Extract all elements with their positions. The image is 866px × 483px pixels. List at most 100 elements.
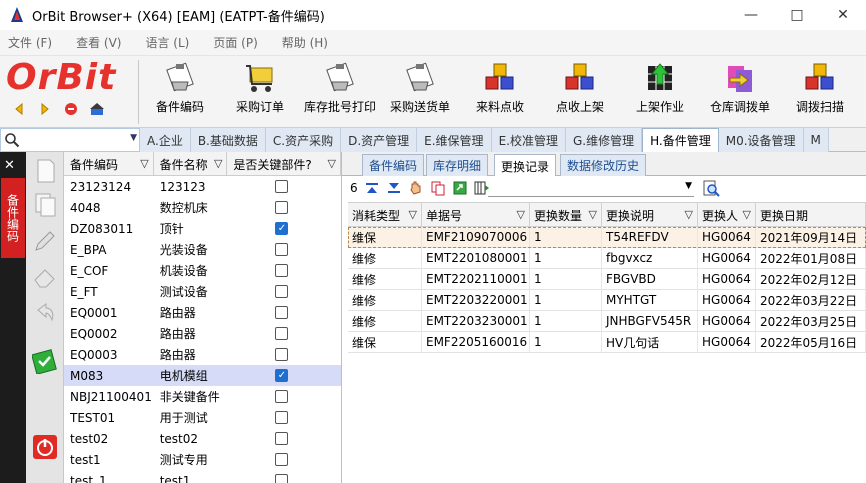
toolbar-button-batch-print[interactable]: 库存批号打印 [300,58,380,124]
critical-checkbox[interactable] [275,180,289,193]
filter-icon[interactable]: ▽ [589,208,597,221]
table-row[interactable]: 维保 EMF2205160016 1 HV几句话 HG0064 2022年05月16日 [348,332,866,353]
home-icon[interactable] [88,100,106,118]
filter-icon[interactable]: ▽ [409,208,417,221]
column-header[interactable]: 更换日期 [756,203,866,227]
list-item[interactable]: E_BPA 光装设备 [64,239,341,260]
first-record-icon[interactable] [364,180,380,196]
list-item[interactable]: test1 测试专用 [64,449,341,470]
toolbar-button-spare-code[interactable]: 备件编码 [140,58,220,124]
list-item[interactable]: M083 电机模组 ✓ [64,365,341,386]
toolbar-button-delivery-note[interactable]: 采购送货单 [380,58,460,124]
critical-checkbox[interactable] [275,390,289,403]
column-header[interactable]: 消耗类型 ▽ [348,203,422,227]
filter-icon[interactable]: ▽ [214,157,222,170]
close-button[interactable]: ✕ [820,0,866,30]
toolbar-button-receiving[interactable]: 来料点收 [460,58,540,124]
critical-checkbox[interactable] [275,432,289,445]
list-item[interactable]: EQ0002 路由器 [64,323,341,344]
menu-language[interactable]: 语言 (L) [145,34,189,51]
sidebar-tab-spare-code[interactable]: 备件编码 [1,178,25,258]
new-document-icon[interactable] [32,158,58,184]
critical-checkbox[interactable] [275,201,289,214]
search-input[interactable] [21,131,125,149]
tab-spare-code[interactable]: 备件编码 [362,154,425,176]
list-item[interactable]: TEST01 用于测试 [64,407,341,428]
save-check-icon[interactable] [32,348,58,374]
delete-eraser-icon[interactable] [32,264,58,290]
module-tab-maintenance[interactable]: E.维保管理 [417,128,492,152]
toolbar-button-transfer-scan[interactable]: 调拨扫描 [780,58,860,124]
toolbar-button-shelving[interactable]: 点收上架 [540,58,620,124]
module-tab-repair[interactable]: G.维修管理 [565,128,643,152]
view-select[interactable]: ▼ [488,179,694,197]
filter-icon[interactable]: ▽ [140,157,148,170]
search-icon[interactable] [4,132,20,148]
menu-help[interactable]: 帮助 (H) [282,34,328,51]
menu-view[interactable]: 查看 (V) [76,34,121,51]
list-item[interactable]: E_COF 机装设备 [64,260,341,281]
module-tab-equipment[interactable]: M0.设备管理 [718,128,804,152]
critical-checkbox[interactable] [275,243,289,256]
table-row[interactable]: 维修 EMT2202110001 1 FBGVBD HG0064 2022年02月12日 [348,269,866,290]
table-row[interactable]: 维保 EMF2109070006 1 T54REFDV HG0064 2021年09月14… [348,227,866,248]
list-item[interactable]: 23123124 123123 [64,176,341,197]
critical-checkbox[interactable] [275,453,289,466]
last-record-icon[interactable] [386,180,402,196]
column-header[interactable]: 备件编码 ▽ [64,152,154,176]
forward-arrow-icon[interactable] [36,100,54,118]
edit-pencil-icon[interactable] [32,228,58,254]
list-item[interactable]: DZ083011 顶针 ✓ [64,218,341,239]
critical-checkbox[interactable]: ✓ [275,222,289,235]
critical-checkbox[interactable] [275,327,289,340]
print-preview-icon[interactable] [702,179,720,197]
list-item[interactable]: NBJ21100401 非关键备件 [64,386,341,407]
tab-inventory-detail[interactable]: 库存明细 [426,154,489,176]
exit-power-icon[interactable] [32,434,58,460]
module-tab-basic-data[interactable]: B.基础数据 [190,128,266,152]
filter-icon[interactable]: ▽ [743,208,751,221]
list-item[interactable]: 4048 数控机床 [64,197,341,218]
table-row[interactable]: 维修 EMT2203230001 1 JNHBGFV545R HG0064 2022年03… [348,311,866,332]
stop-icon[interactable] [62,100,80,118]
copy-document-icon[interactable] [32,192,58,218]
maximize-button[interactable]: □ [774,0,820,30]
menu-file[interactable]: 文件 (F) [8,34,52,51]
hand-icon[interactable] [408,180,424,196]
list-item[interactable]: E_FT 测试设备 [64,281,341,302]
critical-checkbox[interactable] [275,306,289,319]
module-tab-enterprise[interactable]: A.企业 [140,128,191,152]
module-tab-spare-parts[interactable]: H.备件管理 [642,128,719,152]
copy-icon[interactable] [430,180,446,196]
critical-checkbox[interactable] [275,264,289,277]
tab-replacement-record[interactable]: 更换记录 [494,154,557,177]
module-tab-asset-purchase[interactable]: C.资产采购 [265,128,342,152]
critical-checkbox[interactable] [275,348,289,361]
column-header[interactable]: 更换人 ▽ [698,203,756,227]
critical-checkbox[interactable] [275,474,289,483]
column-header[interactable]: 单据号 ▽ [422,203,530,227]
toolbar-button-putaway[interactable]: 上架作业 [620,58,700,124]
column-header[interactable]: 是否关键部件? ▽ [227,152,341,176]
table-row[interactable]: 维修 EMT2203220001 1 MYHTGT HG0064 2022年03月22日 [348,290,866,311]
chevron-down-icon[interactable]: ▼ [130,133,137,143]
critical-checkbox[interactable] [275,411,289,424]
module-tab-calibration[interactable]: E.校准管理 [491,128,566,152]
export-icon[interactable] [452,180,468,196]
undo-icon[interactable] [32,300,58,326]
toolbar-button-purchase-order[interactable]: 采购订单 [220,58,300,124]
list-item[interactable]: EQ0003 路由器 [64,344,341,365]
module-tab-asset-management[interactable]: D.资产管理 [341,128,418,152]
filter-icon[interactable]: ▽ [328,157,336,170]
list-item[interactable]: test_1 test1 [64,470,341,483]
critical-checkbox[interactable]: ✓ [275,369,289,382]
module-tab-more[interactable]: M [803,128,829,152]
filter-icon[interactable]: ▽ [517,208,525,221]
tab-change-history[interactable]: 数据修改历史 [560,154,647,176]
toolbar-button-transfer-order[interactable]: 仓库调拨单 [700,58,780,124]
critical-checkbox[interactable] [275,285,289,298]
minimize-button[interactable]: — [728,0,774,30]
menu-page[interactable]: 页面 (P) [213,34,257,51]
list-item[interactable]: test02 test02 [64,428,341,449]
close-icon[interactable]: ✕ [4,158,15,173]
